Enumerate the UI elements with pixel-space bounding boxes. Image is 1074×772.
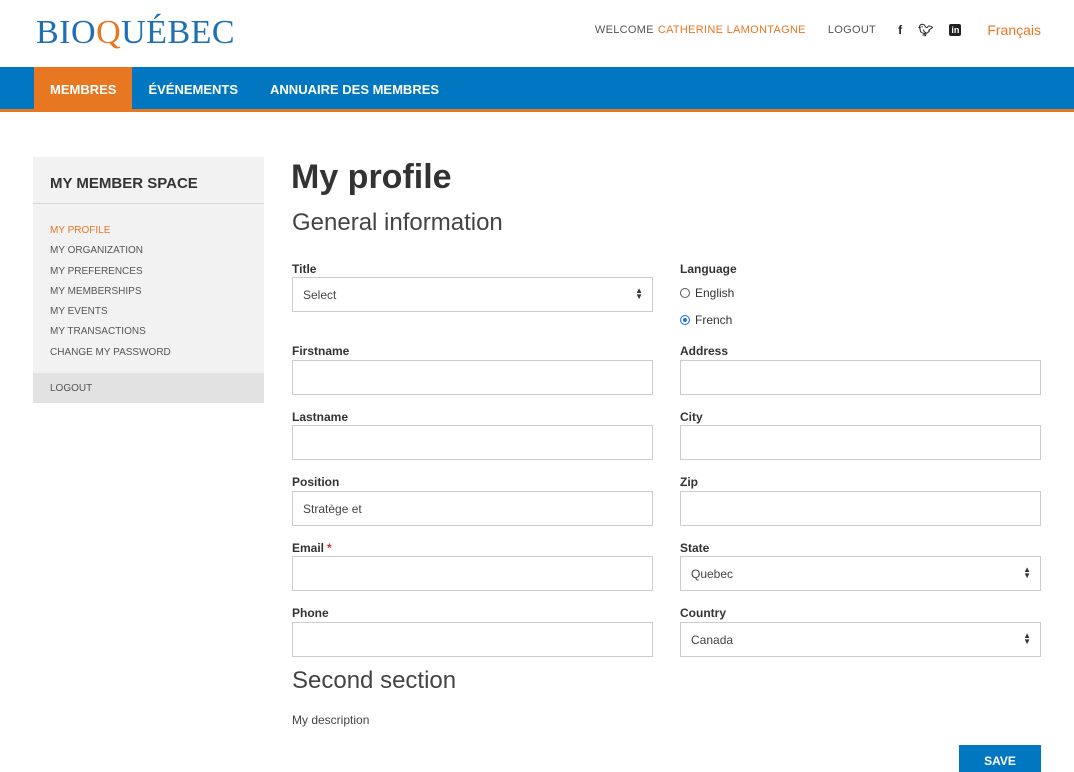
select-arrows-icon: ▲ ▼ [635,286,643,301]
sidebar-item-my-profile[interactable]: MY PROFILE [50,221,264,241]
title-select-value: Select [303,288,337,302]
phone-label: Phone [292,606,329,620]
address-label: Address [680,344,729,358]
state-label: State [680,541,710,555]
nav-item-membres[interactable]: MEMBRES [34,67,133,109]
firstname-label: Firstname [292,344,350,358]
description-label: My description [292,713,370,727]
nav-item-annuaire[interactable]: ANNUAIRE DES MEMBRES [254,67,455,109]
position-input[interactable]: Stratège et [292,491,653,526]
sidebar-item-my-events[interactable]: MY EVENTS [50,302,264,322]
section-title-general: General information [292,209,503,236]
social-links: f 🐦︎ in [898,23,962,37]
site-logo[interactable]: BIOQUÉBEC [36,14,235,52]
zip-label: Zip [680,475,698,489]
sidebar-item-my-transactions[interactable]: MY TRANSACTIONS [50,322,264,342]
language-option-english-label: English [695,286,735,300]
email-label-text: Email [292,541,325,555]
city-label: City [680,410,703,424]
zip-input[interactable] [680,491,1041,526]
sidebar-title: MY MEMBER SPACE [33,157,264,204]
email-input[interactable] [292,556,653,591]
select-arrows-icon: ▲ ▼ [1023,631,1031,646]
radio-english-icon [680,288,690,298]
phone-input[interactable] [292,622,653,657]
top-bar: WELCOME CATHERINE LAMONTAGNE LOGOUT f 🐦︎… [595,22,1041,38]
username-link[interactable]: CATHERINE LAMONTAGNE [658,24,806,36]
language-switch-link[interactable]: Français [987,22,1041,38]
main-nav: MEMBRES ÉVÉNEMENTS ANNUAIRE DES MEMBRES [0,67,1074,112]
title-select[interactable]: Select ▲ ▼ [292,277,653,312]
save-button[interactable]: SAVE [959,745,1041,772]
title-label: Title [292,262,317,276]
sidebar-item-my-memberships[interactable]: MY MEMBERSHIPS [50,282,264,302]
position-label: Position [292,475,340,489]
nav-item-evenements[interactable]: ÉVÉNEMENTS [132,67,254,109]
state-select[interactable]: Quebec ▲ ▼ [680,556,1041,591]
sidebar-item-change-password[interactable]: CHANGE MY PASSWORD [50,343,264,363]
lastname-label: Lastname [292,410,349,424]
lastname-input[interactable] [292,425,653,460]
header-logout-link[interactable]: LOGOUT [828,24,876,36]
state-select-value: Quebec [691,567,734,581]
twitter-icon[interactable]: 🐦︎ [918,23,933,37]
section-title-second: Second section [292,667,457,694]
country-label: Country [680,606,726,620]
welcome-text: WELCOME [594,24,654,36]
language-label: Language [680,262,737,276]
member-sidebar: MY MEMBER SPACE MY PROFILE MY ORGANIZATI… [33,157,264,403]
country-select-value: Canada [691,633,734,647]
linkedin-icon[interactable]: in [949,24,962,36]
radio-french-icon [680,315,690,325]
sidebar-logout[interactable]: LOGOUT [33,373,264,403]
language-option-english[interactable]: English [680,286,734,300]
country-select[interactable]: Canada ▲ ▼ [680,622,1041,657]
sidebar-item-my-organization[interactable]: MY ORGANIZATION [50,241,264,261]
sidebar-item-my-preferences[interactable]: MY PREFERENCES [50,262,264,282]
city-input[interactable] [680,425,1041,460]
firstname-input[interactable] [292,360,653,395]
language-option-french[interactable]: French [680,313,732,327]
email-label: Email * [292,541,332,555]
sidebar-menu: MY PROFILE MY ORGANIZATION MY PREFERENCE… [33,204,264,363]
required-mark: * [327,541,332,555]
select-arrows-icon: ▲ ▼ [1023,565,1031,580]
page-title: My profile [291,158,452,196]
facebook-icon[interactable]: f [898,23,902,37]
address-input[interactable] [680,360,1041,395]
language-option-french-label: French [695,313,733,327]
